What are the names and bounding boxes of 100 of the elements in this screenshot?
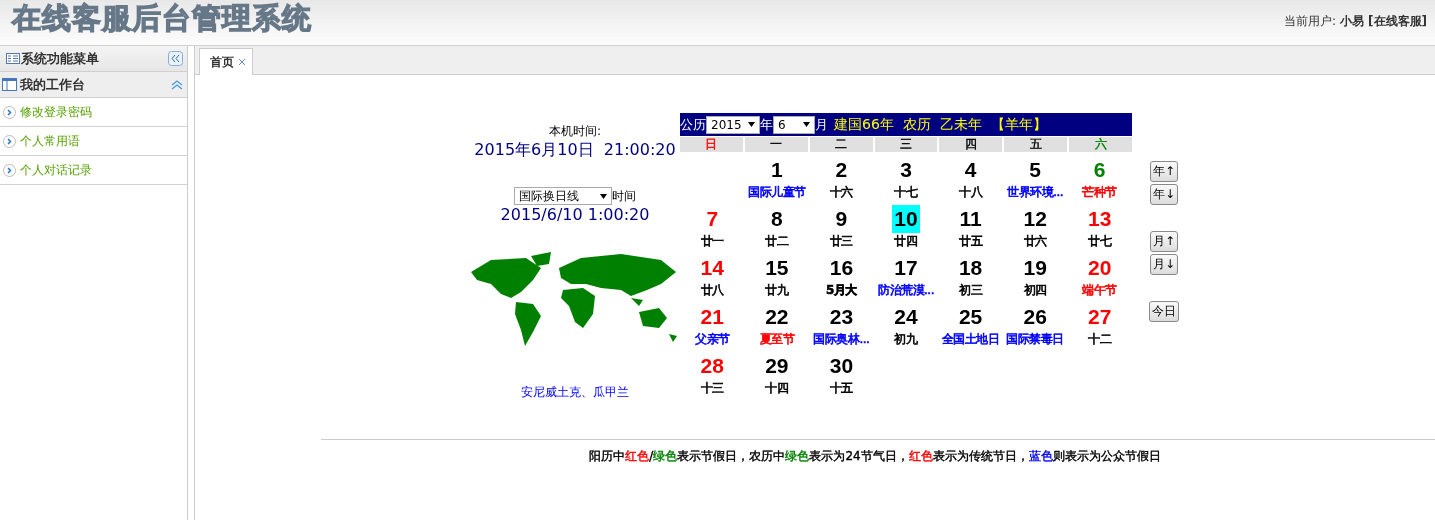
day-number[interactable]: 2	[835, 158, 848, 181]
day-note: 全国土地日	[941, 331, 1000, 348]
day-note: 5月大	[826, 282, 857, 299]
section-header[interactable]: 我的工作台	[0, 72, 187, 98]
weekday-label: 二	[835, 137, 848, 151]
day-number[interactable]: 17	[894, 256, 918, 279]
tab[interactable]: 首页	[199, 48, 253, 75]
weekday-label: 一	[770, 137, 783, 151]
day-number[interactable]: 11	[959, 207, 982, 230]
weekday-label: 日	[705, 137, 718, 151]
user-name: 小易	[1340, 13, 1365, 30]
day-number[interactable]: 13	[1088, 207, 1112, 230]
day-note: 初三	[959, 282, 983, 299]
day-number[interactable]: 3	[900, 158, 912, 181]
day-number[interactable]: 7	[706, 207, 719, 230]
day-number[interactable]: 24	[894, 305, 918, 328]
day-note: 十六	[829, 184, 853, 201]
day-number[interactable]: 20	[1088, 256, 1112, 279]
day-note: 廿二	[765, 233, 789, 250]
day-number[interactable]: 22	[765, 305, 789, 328]
menu-icon	[6, 53, 20, 64]
day-note: 十三	[700, 380, 724, 397]
day-note: 廿一	[700, 233, 724, 250]
day-note: 廿七	[1088, 233, 1112, 250]
day-note: 十七	[894, 184, 918, 201]
user-role: [在线客服]	[1368, 13, 1427, 30]
day-note: 十五	[829, 380, 853, 397]
day-number[interactable]: 1	[771, 158, 783, 181]
day-number[interactable]: 26	[1023, 305, 1047, 328]
calendar-info: 建国66年 农历 乙未年 【羊年】	[834, 115, 1047, 134]
day-number[interactable]: 16	[829, 256, 854, 279]
day-number[interactable]: 6	[1093, 158, 1106, 181]
day-number[interactable]: 25	[958, 305, 983, 328]
nav-button[interactable]: 月↓	[1149, 254, 1179, 275]
chevron-up-icon[interactable]	[171, 78, 183, 91]
close-icon[interactable]	[238, 58, 246, 66]
chevron-circle-icon	[3, 163, 16, 177]
month-label: 月	[815, 115, 828, 134]
day-note: 父亲节	[695, 331, 730, 348]
nav-button[interactable]: 年↑	[1149, 161, 1179, 182]
year-label: 年	[760, 115, 773, 134]
day-note: 国际儿童节	[748, 184, 806, 201]
day-number[interactable]: 18	[958, 256, 983, 279]
local-time-label: 本机时间:	[548, 123, 601, 140]
day-number[interactable]: 9	[835, 207, 848, 230]
day-note: 廿四	[894, 233, 918, 250]
caret-icon	[600, 193, 607, 199]
section-title: 我的工作台	[20, 75, 86, 94]
collapse-icon[interactable]	[168, 51, 183, 66]
day-note: 夏至节	[759, 331, 795, 348]
solar-label: 公历	[680, 115, 706, 134]
day-number[interactable]: 10	[894, 207, 918, 230]
chevron-circle-icon	[3, 134, 16, 148]
day-note: 廿八	[700, 282, 724, 299]
day-number[interactable]: 5	[1029, 158, 1041, 181]
day-note: 廿三	[829, 233, 853, 250]
weekday-label: 三	[900, 137, 912, 151]
month-select[interactable]: 6	[773, 115, 815, 134]
day-note: 十二	[1088, 331, 1112, 348]
day-note: 国际禁毒日	[1006, 331, 1064, 348]
nav-button[interactable]: 年↓	[1149, 184, 1179, 205]
day-number[interactable]: 4	[964, 158, 977, 181]
day-number[interactable]: 23	[829, 305, 854, 328]
weekday-label: 五	[1029, 137, 1042, 151]
sidebar-title: 系统功能菜单	[21, 49, 100, 68]
day-number[interactable]: 12	[1023, 207, 1047, 230]
year-select[interactable]: 2015	[706, 115, 760, 134]
day-note: 廿九	[765, 282, 789, 299]
nav-button[interactable]: 月↑	[1149, 231, 1179, 252]
timezone-select[interactable]: 国际换日线	[514, 187, 612, 205]
day-number[interactable]: 21	[700, 305, 724, 328]
day-note: 国际奥林...	[813, 331, 870, 348]
day-note: 世界环境...	[1007, 184, 1064, 201]
day-note: 廿六	[1023, 233, 1047, 250]
legend-text: 阳历中红色/绿色表示节假日，农历中绿色表示为24节气日，红色表示为传统节日，蓝色则表示为公众节假日	[589, 448, 1161, 465]
timezone-places: 安尼威土克、瓜甲兰	[521, 384, 629, 401]
day-note: 防治荒漠...	[878, 282, 934, 299]
panel-icon	[2, 78, 17, 91]
weekday-label: 四	[964, 137, 977, 151]
day-note: 初四	[1023, 282, 1047, 299]
nav-button[interactable]: 今日	[1149, 301, 1179, 322]
day-note: 廿五	[959, 233, 983, 250]
day-number[interactable]: 28	[700, 354, 724, 377]
day-number[interactable]: 14	[700, 256, 724, 279]
timezone-time: 2015/6/10 1:00:20	[500, 205, 650, 224]
caret-icon	[803, 122, 810, 127]
day-number[interactable]: 15	[765, 256, 789, 279]
caret-icon	[748, 122, 755, 127]
day-number[interactable]: 19	[1023, 256, 1047, 279]
app-title: 在线客服后台管理系统	[12, 0, 312, 37]
day-number[interactable]: 8	[771, 207, 783, 230]
day-number[interactable]: 30	[829, 354, 854, 377]
day-note: 端午节	[1082, 282, 1117, 299]
day-note: 芒种节	[1082, 184, 1117, 201]
weekday-label: 六	[1094, 137, 1107, 151]
day-number[interactable]: 29	[765, 354, 789, 377]
timezone-suffix: 时间	[612, 188, 636, 205]
local-time: 2015年6月10日 21:00:20	[474, 140, 676, 161]
day-note: 十八	[959, 184, 983, 201]
day-number[interactable]: 27	[1088, 305, 1112, 328]
